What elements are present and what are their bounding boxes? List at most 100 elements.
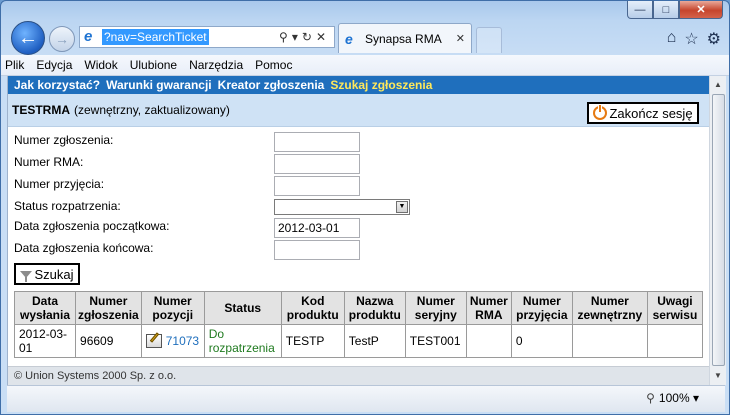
zoom-control[interactable]: ⚲ 100% ▾ xyxy=(646,391,699,405)
scroll-thumb[interactable] xyxy=(712,94,725,366)
date-to-label: Data zgłoszenia końcowa: xyxy=(14,241,154,255)
logout-button[interactable]: Zakończ sesję xyxy=(587,102,699,124)
cell-rma-number xyxy=(465,324,512,358)
col-service-notes: Uwagi serwisu xyxy=(646,291,704,325)
browser-tab[interactable]: e Synapsa RMA ✕ xyxy=(338,23,472,53)
receipt-number-input[interactable] xyxy=(274,176,360,196)
table-row: 2012-03-01 96609 71073 Do rozpatrzenia T… xyxy=(13,324,704,358)
cell-receipt-number: 0 xyxy=(510,324,573,358)
scroll-up-icon[interactable]: ▲ xyxy=(712,78,724,92)
tab-label: Synapsa RMA xyxy=(365,32,442,46)
home-icon[interactable]: ⌂ xyxy=(667,29,677,49)
search-button[interactable]: Szukaj xyxy=(14,263,80,285)
chevron-down-icon: ▾ xyxy=(692,391,699,405)
cell-product-code: TESTP xyxy=(280,324,345,358)
cell-product-name: TestP xyxy=(343,324,406,358)
cell-service-notes xyxy=(646,324,704,358)
col-status: Status xyxy=(203,291,282,325)
col-product-code: Kod produktu xyxy=(280,291,345,325)
nav-search-ticket[interactable]: Szukaj zgłoszenia xyxy=(327,78,435,92)
gear-icon[interactable]: ⚙ xyxy=(707,29,721,49)
forward-button[interactable]: → xyxy=(49,26,75,52)
user-name: TESTRMA xyxy=(12,103,70,117)
user-bar: TESTRMA (zewnętrzny, zaktualizowany) Zak… xyxy=(8,94,710,127)
status-label: Status rozpatrzenia: xyxy=(14,199,121,213)
window-controls: — □ ✕ xyxy=(627,1,723,19)
search-icon[interactable]: ⚲ xyxy=(279,30,292,44)
table-header-row: Data wysłania Numer zgłoszenia Numer poz… xyxy=(13,291,704,325)
position-link[interactable]: 71073 xyxy=(166,334,199,348)
arrow-right-icon: → xyxy=(55,31,69,47)
rma-number-label: Numer RMA: xyxy=(14,155,84,169)
ticket-number-label: Numer zgłoszenia: xyxy=(14,133,114,147)
browser-window: — □ ✕ ← → e ?nav=SearchTicket ⚲▾↻✕ e Syn… xyxy=(0,0,730,415)
vertical-scrollbar[interactable]: ▲ ▼ xyxy=(709,76,726,385)
menu-edycja[interactable]: Edycja xyxy=(30,58,78,72)
cell-ticket-number: 96609 xyxy=(75,324,142,358)
user-description: (zewnętrzny, zaktualizowany) xyxy=(74,103,230,117)
browser-toolbar: ← → e ?nav=SearchTicket ⚲▾↻✕ e Synapsa R… xyxy=(1,19,729,55)
edit-icon[interactable] xyxy=(145,334,162,349)
address-tools: ⚲▾↻✕ xyxy=(279,29,330,45)
cell-external-number xyxy=(571,324,648,358)
power-icon xyxy=(593,105,608,120)
nav-warranty[interactable]: Warunki gwarancji xyxy=(103,78,215,92)
favorites-star-icon[interactable]: ☆ xyxy=(684,29,698,49)
copyright-text: © Union Systems 2000 Sp. z o.o. xyxy=(14,370,177,382)
cell-sent-date: 2012-03-01 xyxy=(13,324,77,358)
chevron-down-icon[interactable]: ▼ xyxy=(396,201,408,213)
nav-how-to[interactable]: Jak korzystać? xyxy=(8,78,103,92)
col-serial-number: Numer seryjny xyxy=(404,291,467,325)
date-from-input[interactable] xyxy=(274,218,360,238)
back-button[interactable]: ← xyxy=(11,21,45,55)
col-rma-number: Numer RMA xyxy=(465,291,512,325)
cell-position: 71073 xyxy=(140,324,205,358)
date-to-input[interactable] xyxy=(274,240,360,260)
menu-bar: Plik Edycja Widok Ulubione Narzędzia Pom… xyxy=(1,55,729,76)
filter-icon xyxy=(20,270,33,282)
menu-pomoc[interactable]: Pomoc xyxy=(249,58,298,72)
menu-narzedzia[interactable]: Narzędzia xyxy=(183,58,249,72)
address-text[interactable]: ?nav=SearchTicket xyxy=(102,29,209,45)
new-tab-button[interactable] xyxy=(476,27,502,53)
zoom-magnifier-icon: ⚲ xyxy=(646,391,655,405)
col-position-number: Numer pozycji xyxy=(140,291,205,325)
status-bar: ⚲ 100% ▾ xyxy=(7,385,725,412)
scroll-down-icon[interactable]: ▼ xyxy=(712,369,724,383)
ie-logo-icon: e xyxy=(84,28,93,45)
arrow-left-icon: ← xyxy=(18,26,38,49)
cell-serial-number: TEST001 xyxy=(404,324,467,358)
dropdown-icon[interactable]: ▾ xyxy=(292,30,302,44)
date-from-label: Data zgłoszenia początkowa: xyxy=(14,219,170,233)
page-footer: © Union Systems 2000 Sp. z o.o. xyxy=(8,366,710,385)
refresh-icon[interactable]: ↻ xyxy=(302,30,316,44)
menu-ulubione[interactable]: Ulubione xyxy=(124,58,183,72)
page-content: Jak korzystać? Warunki gwarancji Kreator… xyxy=(7,76,710,385)
browser-right-tools: ⌂ ☆ ⚙ xyxy=(667,29,721,49)
col-ticket-number: Numer zgłoszenia xyxy=(75,291,142,325)
cell-status: Do rozpatrzenia xyxy=(203,324,282,358)
logout-label: Zakończ sesję xyxy=(609,105,693,121)
rma-number-input[interactable] xyxy=(274,154,360,174)
menu-widok[interactable]: Widok xyxy=(78,58,123,72)
col-external-number: Numer zewnętrzny xyxy=(571,291,648,325)
receipt-number-label: Numer przyjęcia: xyxy=(14,177,105,191)
site-nav: Jak korzystać? Warunki gwarancji Kreator… xyxy=(8,76,710,94)
minimize-button[interactable]: — xyxy=(627,1,653,19)
col-receipt-number: Numer przyjęcia xyxy=(510,291,573,325)
stop-icon[interactable]: ✕ xyxy=(316,30,330,44)
status-select[interactable]: ▼ xyxy=(274,199,410,215)
ticket-number-input[interactable] xyxy=(274,132,360,152)
col-product-name: Nazwa produktu xyxy=(343,291,406,325)
ie-logo-icon: e xyxy=(345,31,353,47)
tab-close-icon[interactable]: ✕ xyxy=(456,32,465,45)
zoom-level: 100% xyxy=(658,391,690,405)
col-sent-date: Data wysłania xyxy=(13,291,77,325)
search-label: Szukaj xyxy=(34,266,74,282)
address-bar[interactable]: e ?nav=SearchTicket ⚲▾↻✕ xyxy=(79,26,335,48)
close-window-button[interactable]: ✕ xyxy=(679,1,723,19)
menu-plik[interactable]: Plik xyxy=(1,58,30,72)
nav-ticket-wizard[interactable]: Kreator zgłoszenia xyxy=(215,78,328,92)
maximize-button[interactable]: □ xyxy=(653,1,679,19)
results-table: Data wysłania Numer zgłoszenia Numer poz… xyxy=(13,291,704,358)
